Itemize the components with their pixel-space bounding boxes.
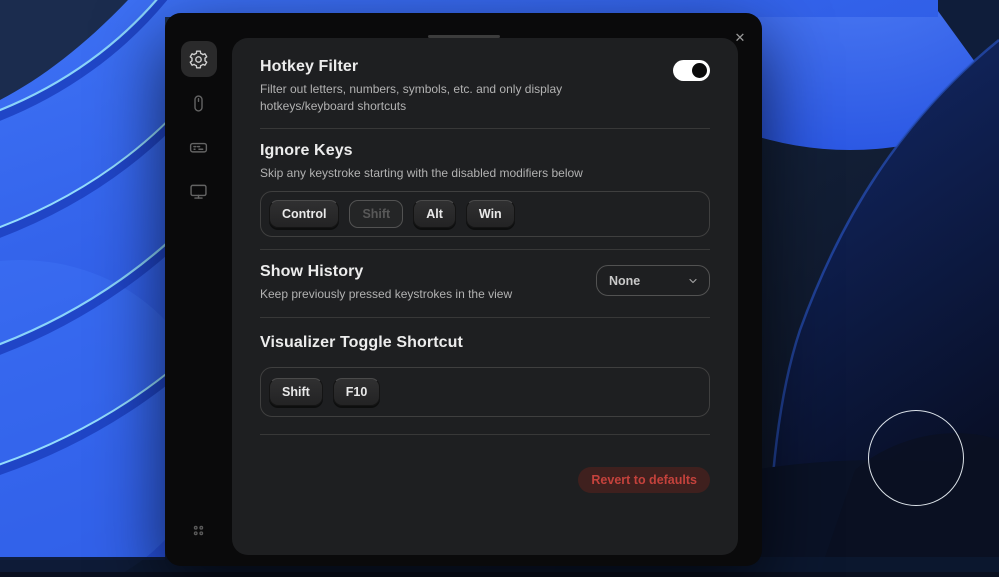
ignore-keys-keybox: Control Shift Alt Win: [260, 191, 710, 238]
sidebar: [165, 41, 232, 566]
hotkey-filter-description: Filter out letters, numbers, symbols, et…: [260, 82, 563, 114]
revert-to-defaults-button[interactable]: Revert to defaults: [578, 466, 710, 493]
close-icon: ✕: [734, 29, 746, 45]
footer-actions: Revert to defaults: [260, 466, 710, 493]
sidebar-footer-button[interactable]: [181, 518, 217, 542]
divider: [260, 127, 710, 129]
show-history-title: Show History: [260, 263, 364, 281]
mouse-icon: [194, 94, 203, 112]
visualizer-shortcut-keybox[interactable]: Shift F10: [260, 366, 710, 417]
toggle-knob: [692, 63, 707, 78]
keyboard-icon: [189, 142, 208, 153]
mouse-highlight-circle: [868, 410, 964, 506]
keycap-alt[interactable]: Alt: [413, 200, 456, 229]
keycap-win[interactable]: Win: [465, 200, 515, 229]
settings-panel: Hotkey Filter Filter out letters, number…: [232, 38, 738, 555]
divider: [260, 433, 710, 435]
show-history-section: Show History Keep previously pressed key…: [260, 263, 710, 303]
visualizer-shortcut-section: Visualizer Toggle Shortcut Shift F10: [260, 334, 710, 417]
gear-icon: [189, 49, 208, 69]
ignore-keys-title: Ignore Keys: [260, 141, 353, 159]
chevron-down-icon: [689, 278, 697, 283]
dropdown-value: None: [609, 273, 641, 288]
divider: [260, 316, 710, 318]
keycap-control[interactable]: Control: [269, 200, 340, 229]
keycap-shift[interactable]: Shift: [349, 200, 404, 229]
sidebar-item-keyboard[interactable]: [181, 129, 217, 165]
ignore-keys-section: Ignore Keys Skip any keystroke starting …: [260, 141, 710, 238]
hotkey-filter-section: Hotkey Filter Filter out letters, number…: [260, 58, 710, 116]
hotkey-filter-toggle[interactable]: [673, 60, 710, 81]
keycap-shift[interactable]: Shift: [269, 377, 323, 406]
show-history-dropdown[interactable]: None: [596, 265, 710, 297]
hotkey-filter-title: Hotkey Filter: [260, 58, 359, 75]
sidebar-item-display[interactable]: [181, 173, 217, 209]
ignore-keys-description: Skip any keystroke starting with the dis…: [260, 165, 583, 180]
keycap-f10[interactable]: F10: [332, 377, 381, 406]
grid-dots-icon: [193, 525, 204, 535]
visualizer-shortcut-title: Visualizer Toggle Shortcut: [260, 333, 463, 351]
divider: [260, 249, 710, 251]
monitor-icon: [190, 184, 207, 199]
app-window: ✕ Hotkey Filter Filter out letters, numb…: [165, 13, 762, 566]
show-history-description: Keep previously pressed keystrokes in th…: [260, 287, 513, 302]
sidebar-item-mouse[interactable]: [181, 85, 217, 121]
sidebar-item-settings[interactable]: [180, 41, 217, 77]
